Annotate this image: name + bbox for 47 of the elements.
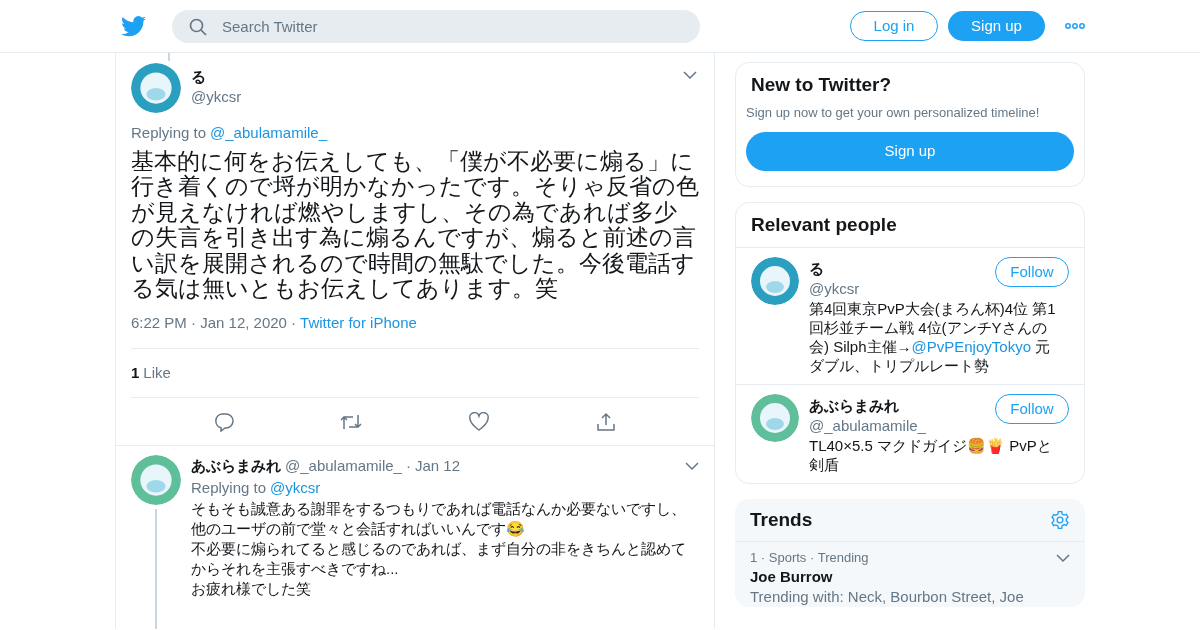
person-name[interactable]: あぶらまみれ — [809, 394, 926, 416]
author-handle[interactable]: @ykcsr — [191, 87, 673, 107]
reply-author-name[interactable]: あぶらまみれ — [191, 455, 281, 478]
chevron-down-icon[interactable] — [1056, 553, 1070, 563]
like-count[interactable]: 1 — [131, 361, 140, 385]
heart-icon[interactable] — [468, 411, 490, 432]
person-bio: TL40×5.5 マクドガイジ🍔🍟 PvPと剣盾 — [809, 436, 1053, 474]
tweet-text: 基本的に何をお伝えしても、「僕が不必要に煽る」に 行き着くので埒が明かなかったです。そりゃ反省の色 が見えなければ燃やしますし、その為であれば多少 の失言を引き出す為に煽るんですが、煽ると前述の言 い訳を展開されるので時間の無駄でした。今後電話す る気は無いともお伝えしてあります。笑 — [131, 148, 699, 302]
bird-logo-icon[interactable] — [121, 15, 146, 37]
card-title: Trends — [750, 508, 813, 532]
share-icon[interactable] — [596, 411, 616, 432]
card-subtitle: Sign up now to get your own personalized timeline! — [746, 104, 1041, 122]
avatar[interactable] — [751, 394, 799, 442]
search-field[interactable]: Search Twitter — [172, 9, 700, 43]
source-link[interactable]: Twitter for iPhone — [300, 311, 417, 334]
trend-meta: 1 · Sports · Trending — [750, 549, 869, 567]
separator-dot: · — [405, 456, 411, 476]
signup-button[interactable]: Sign up — [746, 132, 1074, 171]
trend-detail: Trending with: Neck, Bourbon Street, Joe — [750, 587, 1025, 607]
more-icon[interactable] — [1065, 23, 1085, 29]
card-title: Relevant people — [736, 203, 1084, 248]
chevron-down-icon[interactable] — [685, 461, 699, 471]
author-name[interactable]: る — [191, 67, 673, 87]
reply-date[interactable]: Jan 12 — [414, 455, 681, 478]
trend-name[interactable]: Joe Burrow — [750, 567, 1070, 587]
chevron-down-icon[interactable] — [683, 71, 697, 80]
mention-link[interactable]: @_abulamamile_ — [210, 122, 327, 145]
person-handle[interactable]: @ykcsr — [809, 279, 860, 299]
avatar[interactable] — [751, 257, 799, 305]
person-handle[interactable]: @_abulamamile_ — [809, 416, 926, 436]
signup-button[interactable]: Sign up — [948, 11, 1045, 41]
avatar[interactable] — [131, 455, 181, 505]
reply-icon[interactable] — [214, 411, 234, 432]
replying-label: Replying to — [131, 123, 207, 143]
like-label[interactable]: Like — [143, 361, 171, 385]
search-icon — [189, 17, 207, 36]
avatar[interactable] — [131, 63, 181, 113]
reply-author-handle[interactable]: @_abulamamile_ — [285, 455, 402, 478]
tweet-timestamp[interactable]: 6:22 PM · Jan 12, 2020 · — [131, 311, 297, 334]
replying-label: Replying to — [191, 477, 267, 498]
person-name[interactable]: る — [809, 257, 860, 279]
card-title: New to Twitter? — [750, 73, 893, 97]
mention-link[interactable]: @ykcsr — [270, 477, 321, 498]
settings-icon[interactable] — [1050, 510, 1070, 530]
mention-link[interactable]: @PvPEnjoyTokyo — [911, 338, 1031, 355]
person-bio: 第4回東京PvP大会(まろん杯)4位 第1回杉並チーム戦 4位(アンチYさんの会) Silph主催→@PvPEnjoyTokyo 元ダブル、トリプルレート勢 — [809, 299, 1057, 375]
reply-text: そもそも誠意ある謝罪をするつもりであれば電話なんか必要ないですし、 他のユーザの前で堂々と会話すればいいんです😂 不必要に煽られてると感じるのであれば、まず自分の非をきちんと認めて からそれを主張すべきですね... お疲れ様でした笑 — [191, 498, 687, 599]
